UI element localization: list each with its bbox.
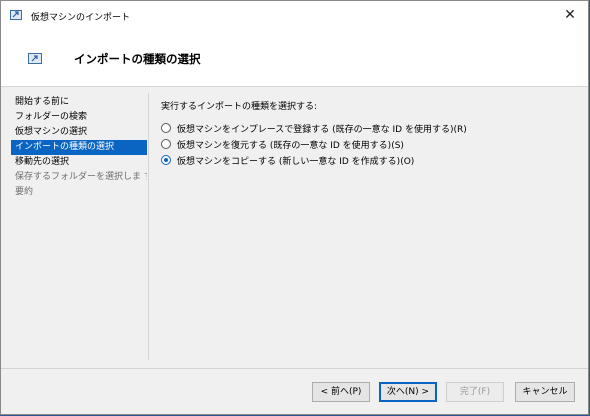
option-register-in-place[interactable]: 仮想マシンをインプレースで登録する (既存の一意な ID を使用する)(R) bbox=[161, 120, 467, 136]
step-before-you-begin[interactable]: 開始する前に bbox=[11, 95, 147, 110]
vertical-divider bbox=[148, 93, 149, 360]
previous-button[interactable]: < 前へ(P) bbox=[312, 382, 370, 402]
footer-divider bbox=[1, 368, 588, 369]
step-summary: 要約 bbox=[15, 187, 34, 197]
step-choose-destination[interactable]: 移動先の選択 bbox=[11, 155, 147, 170]
radio-register-in-place[interactable] bbox=[161, 123, 171, 133]
import-vm-wizard-window: 仮想マシンのインポート ✕ インポートの種類の選択 開始する前に フォルダーの検… bbox=[0, 0, 589, 415]
option-label: 仮想マシンをインプレースで登録する (既存の一意な ID を使用する)(R) bbox=[177, 124, 467, 135]
cancel-button[interactable]: キャンセル bbox=[515, 382, 575, 402]
step-select-vm[interactable]: 仮想マシンの選択 bbox=[11, 125, 147, 140]
next-button[interactable]: 次へ(N) > bbox=[379, 382, 437, 402]
finish-button: 完了(F) bbox=[446, 382, 504, 402]
step-choose-import-type[interactable]: インポートの種類の選択 bbox=[11, 140, 147, 155]
page-title: インポートの種類の選択 bbox=[74, 52, 201, 66]
option-restore[interactable]: 仮想マシンを復元する (既存の一意な ID を使用する)(S) bbox=[161, 136, 467, 152]
import-vm-icon bbox=[10, 10, 22, 20]
window-title: 仮想マシンのインポート bbox=[31, 13, 131, 23]
import-vm-icon bbox=[28, 53, 42, 64]
step-choose-storage-folders: 保存するフォルダーを選択しま す bbox=[15, 172, 147, 182]
radio-copy[interactable] bbox=[161, 155, 171, 165]
option-label: 仮想マシンを復元する (既存の一意な ID を使用する)(S) bbox=[177, 140, 404, 151]
radio-restore[interactable] bbox=[161, 139, 171, 149]
close-button[interactable]: ✕ bbox=[558, 5, 582, 25]
wizard-header: インポートの種類の選択 bbox=[1, 31, 588, 87]
title-bar[interactable]: 仮想マシンのインポート ✕ bbox=[1, 1, 588, 31]
option-copy[interactable]: 仮想マシンをコピーする (新しい一意な ID を作成する)(O) bbox=[161, 152, 467, 168]
import-type-prompt: 実行するインポートの種類を選択する: bbox=[161, 102, 318, 112]
option-label: 仮想マシンをコピーする (新しい一意な ID を作成する)(O) bbox=[177, 156, 415, 167]
step-locate-folder[interactable]: フォルダーの検索 bbox=[11, 110, 147, 125]
close-icon: ✕ bbox=[564, 7, 576, 23]
import-type-panel: 実行するインポートの種類を選択する: 仮想マシンをインプレースで登録する (既存… bbox=[161, 99, 467, 168]
wizard-steps: 開始する前に フォルダーの検索 仮想マシンの選択 インポートの種類の選択 移動先… bbox=[11, 95, 147, 200]
